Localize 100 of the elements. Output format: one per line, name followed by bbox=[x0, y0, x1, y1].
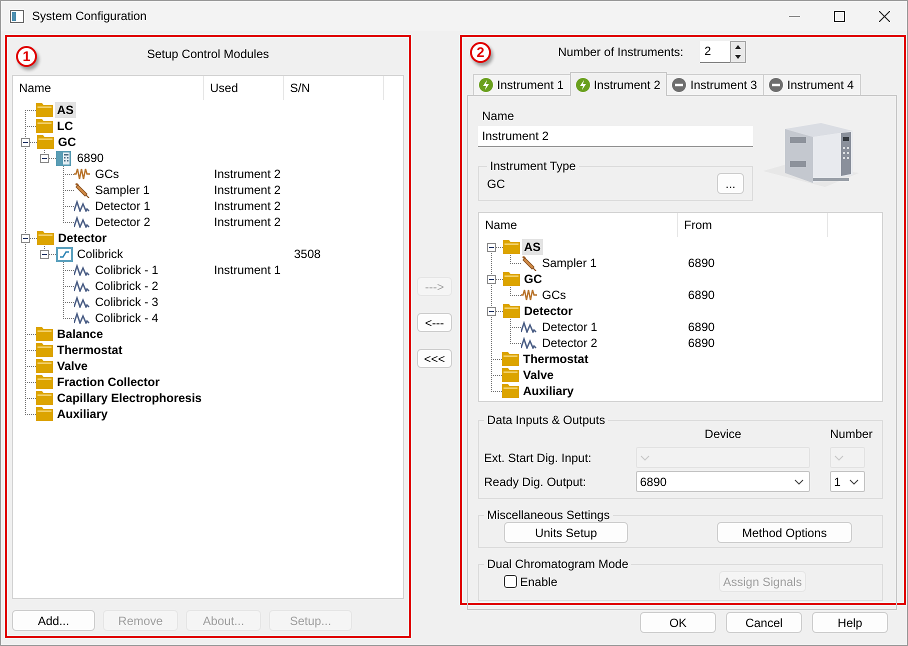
zigzag-icon bbox=[521, 289, 537, 301]
peak-icon bbox=[74, 264, 90, 276]
lightning-icon bbox=[479, 78, 493, 92]
chevron-icon bbox=[794, 478, 804, 484]
collapse-icon[interactable] bbox=[40, 250, 49, 258]
instrument-tab[interactable]: Instrument 4 bbox=[763, 74, 861, 95]
transfer-button[interactable]: <--- bbox=[417, 313, 452, 332]
device-dropdown[interactable]: 6890 bbox=[636, 471, 810, 492]
tree-item[interactable]: Detector 2 bbox=[540, 335, 600, 351]
action-button[interactable]: Add... bbox=[12, 610, 95, 631]
up-arrow-button[interactable] bbox=[731, 42, 746, 52]
tree-item[interactable]: Colibrick - 2 bbox=[93, 278, 160, 294]
folder-icon bbox=[503, 240, 520, 254]
settings-button[interactable]: Method Options bbox=[717, 522, 852, 543]
peak-icon bbox=[74, 200, 90, 212]
table-cell-text: 6890 bbox=[687, 336, 715, 350]
tree-item[interactable]: LC bbox=[55, 118, 75, 134]
minus-icon bbox=[769, 78, 784, 92]
tree-item[interactable]: GCs bbox=[93, 166, 121, 182]
folder-icon bbox=[37, 231, 54, 245]
collapse-icon[interactable] bbox=[487, 242, 496, 252]
tree-item[interactable]: AS bbox=[55, 102, 76, 118]
down-arrow-button[interactable] bbox=[731, 52, 746, 62]
tree-item[interactable]: Colibrick bbox=[75, 246, 126, 262]
tree-item[interactable]: Auxiliary bbox=[55, 406, 110, 422]
tree-item[interactable]: Valve bbox=[521, 367, 556, 383]
chevron-icon bbox=[849, 478, 859, 484]
browse-button[interactable]: ... bbox=[717, 173, 744, 194]
collapse-icon[interactable] bbox=[487, 306, 496, 316]
collapse-icon[interactable] bbox=[21, 234, 30, 242]
column-header[interactable]: S/N bbox=[284, 76, 384, 100]
folder-icon bbox=[503, 272, 520, 286]
signal-box-icon bbox=[56, 246, 73, 262]
number-dropdown[interactable]: 1 bbox=[830, 471, 865, 492]
tree-item[interactable]: Auxiliary bbox=[521, 383, 576, 399]
column-header[interactable]: Used bbox=[204, 76, 284, 100]
collapse-icon[interactable] bbox=[487, 274, 496, 284]
table-cell-text: Instrument 2 bbox=[213, 183, 281, 197]
chevron-icon bbox=[640, 454, 650, 460]
instrument-tab[interactable]: Instrument 1 bbox=[473, 74, 571, 95]
tree-item[interactable]: Fraction Collector bbox=[55, 374, 162, 390]
tree-item[interactable]: Colibrick - 3 bbox=[93, 294, 160, 310]
tree-item[interactable]: 6890 bbox=[75, 150, 106, 166]
count-spinbox[interactable]: 2 bbox=[700, 41, 730, 63]
tree-item[interactable]: Detector bbox=[56, 230, 109, 246]
table-cell-text: 6890 bbox=[687, 288, 715, 302]
tree-item[interactable]: Detector bbox=[522, 303, 575, 319]
column-header[interactable]: Name bbox=[479, 213, 678, 237]
name-field[interactable]: Instrument 2 bbox=[478, 126, 753, 147]
table-cell-text: 3508 bbox=[293, 247, 321, 261]
instrument-tab[interactable]: Instrument 2 bbox=[570, 72, 668, 96]
folder-icon bbox=[36, 375, 53, 389]
tree-item[interactable]: Balance bbox=[55, 326, 106, 342]
folder-icon bbox=[36, 119, 53, 133]
group-title: Miscellaneous Settings bbox=[486, 508, 611, 522]
collapse-icon[interactable] bbox=[40, 154, 49, 162]
enable-checkbox[interactable]: Enable bbox=[504, 574, 558, 588]
maximize-icon[interactable] bbox=[834, 10, 845, 22]
dialog-button[interactable]: OK bbox=[640, 612, 716, 633]
collapse-icon[interactable] bbox=[21, 138, 30, 146]
transfer-button[interactable]: <<< bbox=[417, 349, 452, 368]
folder-icon bbox=[503, 304, 520, 318]
tree-item[interactable]: Sampler 1 bbox=[540, 255, 599, 271]
table-cell-text: Instrument 2 bbox=[213, 199, 281, 213]
dialog-button[interactable]: Help bbox=[812, 612, 888, 633]
tree-item[interactable]: AS bbox=[522, 239, 543, 255]
tree-item[interactable]: GC bbox=[56, 134, 78, 150]
instrument-tab[interactable]: Instrument 3 bbox=[666, 74, 764, 95]
folder-icon bbox=[37, 135, 54, 149]
group-title: Data Inputs & Outputs bbox=[486, 413, 606, 427]
tree-item[interactable]: Valve bbox=[55, 358, 90, 374]
tree-item[interactable]: GCs bbox=[540, 287, 568, 303]
module-icon bbox=[56, 150, 71, 166]
table-cell-text: 6890 bbox=[687, 256, 715, 270]
tree-item[interactable]: Sampler 1 bbox=[93, 182, 152, 198]
close-icon[interactable] bbox=[879, 10, 890, 22]
folder-icon bbox=[36, 103, 53, 117]
table-cell-text: Instrument 2 bbox=[213, 167, 281, 181]
number-badge: 2 bbox=[470, 42, 491, 62]
dialog-button[interactable]: Cancel bbox=[726, 612, 802, 633]
table-cell-text: 6890 bbox=[687, 320, 715, 334]
folder-icon bbox=[36, 359, 53, 373]
tree-item[interactable]: Detector 1 bbox=[540, 319, 600, 335]
settings-button[interactable]: Units Setup bbox=[504, 522, 628, 543]
tree-item[interactable]: Colibrick - 4 bbox=[93, 310, 160, 326]
table-cell-text: Instrument 1 bbox=[213, 263, 281, 277]
tree-item[interactable]: Capillary Electrophoresis bbox=[55, 390, 204, 406]
tree-item[interactable]: Thermostat bbox=[521, 351, 590, 367]
zigzag-icon bbox=[74, 168, 90, 180]
column-header[interactable]: From bbox=[678, 213, 828, 237]
window-title: System Configuration bbox=[32, 9, 147, 23]
column-header[interactable]: Name bbox=[13, 76, 204, 100]
tree-item[interactable]: Colibrick - 1 bbox=[93, 262, 160, 278]
tree-item[interactable]: GC bbox=[522, 271, 544, 287]
tree-item[interactable]: Thermostat bbox=[55, 342, 124, 358]
peak-icon bbox=[74, 296, 90, 308]
field-label: Ready Dig. Output: bbox=[484, 474, 588, 488]
tree-item[interactable]: Detector 2 bbox=[93, 214, 152, 230]
tree-item[interactable]: Detector 1 bbox=[93, 198, 152, 214]
panel-title: Setup Control Modules bbox=[146, 47, 270, 61]
